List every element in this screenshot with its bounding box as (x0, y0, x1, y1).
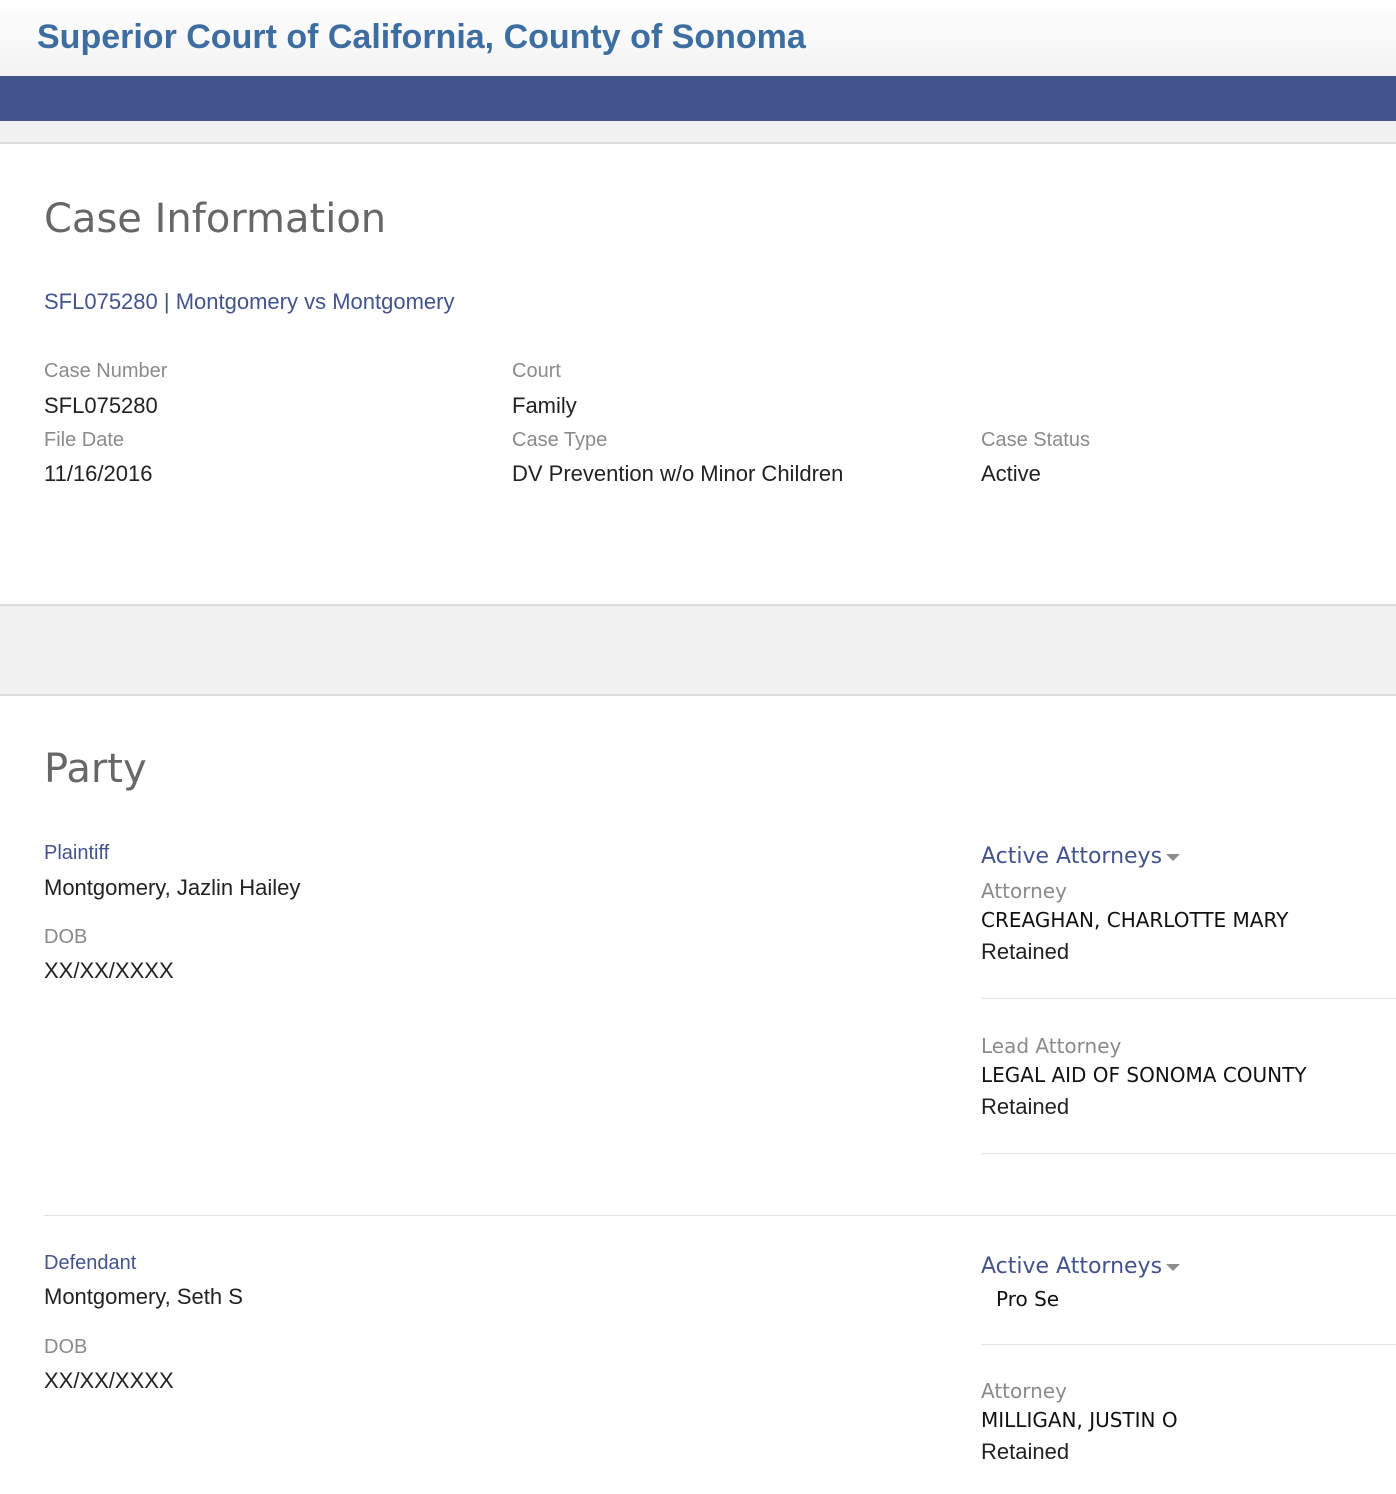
case-type-label: Case Type (512, 429, 608, 451)
defendant-dob-value: XX/XX/XXXX (44, 1368, 174, 1393)
attorney-status: Retained (981, 939, 1070, 964)
attorney-label: Attorney (981, 879, 1067, 903)
attorney-divider (981, 1344, 1396, 1345)
attorney-status: Retained (981, 1439, 1070, 1464)
section-divider (0, 121, 1396, 144)
court-title[interactable]: Superior Court of California, County of … (37, 18, 806, 57)
party-title: Party (44, 746, 147, 792)
case-information-title: Case Information (44, 196, 387, 242)
lead-attorney-name: LEGAL AID OF SONOMA COUNTY (981, 1063, 1307, 1087)
case-status-label: Case Status (981, 429, 1090, 451)
file-date-label: File Date (44, 429, 125, 451)
active-attorneys-label: Active Attorneys (981, 844, 1163, 869)
section-divider (0, 604, 1396, 696)
defendant-name: Montgomery, Seth S (44, 1284, 243, 1309)
attorney-divider (981, 1153, 1396, 1154)
defendant-role-label: Defendant (44, 1252, 137, 1274)
defendant-dob-label: DOB (44, 1336, 88, 1358)
case-number-label: Case Number (44, 360, 168, 382)
attorney-name: MILLIGAN, JUSTIN O (981, 1408, 1178, 1432)
nav-bar (0, 76, 1396, 121)
case-number-value: SFL075280 (44, 393, 158, 418)
case-link[interactable]: SFL075280 | Montgomery vs Montgomery (44, 289, 454, 315)
plaintiff-active-attorneys-toggle[interactable]: Active Attorneys (981, 844, 1181, 869)
lead-attorney-status: Retained (981, 1094, 1070, 1119)
site-header: Superior Court of California, County of … (0, 0, 1396, 76)
plaintiff-role-label: Plaintiff (44, 842, 110, 864)
plaintiff-dob-label: DOB (44, 926, 88, 948)
case-status-value: Active (981, 461, 1041, 486)
caret-down-icon (1166, 1263, 1181, 1271)
pro-se-value: Pro Se (996, 1287, 1060, 1311)
file-date-value: 11/16/2016 (44, 461, 153, 486)
party-divider (44, 1215, 1396, 1216)
lead-attorney-label: Lead Attorney (981, 1034, 1122, 1058)
plaintiff-dob-value: XX/XX/XXXX (44, 958, 174, 983)
attorney-divider (981, 998, 1396, 999)
defendant-active-attorneys-toggle[interactable]: Active Attorneys (981, 1254, 1181, 1279)
case-type-value: DV Prevention w/o Minor Children (512, 461, 844, 486)
attorney-name: CREAGHAN, CHARLOTTE MARY (981, 908, 1289, 932)
court-value: Family (512, 393, 577, 418)
court-label: Court (512, 360, 561, 382)
caret-down-icon (1166, 853, 1181, 861)
plaintiff-name: Montgomery, Jazlin Hailey (44, 875, 301, 900)
attorney-label: Attorney (981, 1379, 1067, 1403)
active-attorneys-label: Active Attorneys (981, 1254, 1163, 1279)
